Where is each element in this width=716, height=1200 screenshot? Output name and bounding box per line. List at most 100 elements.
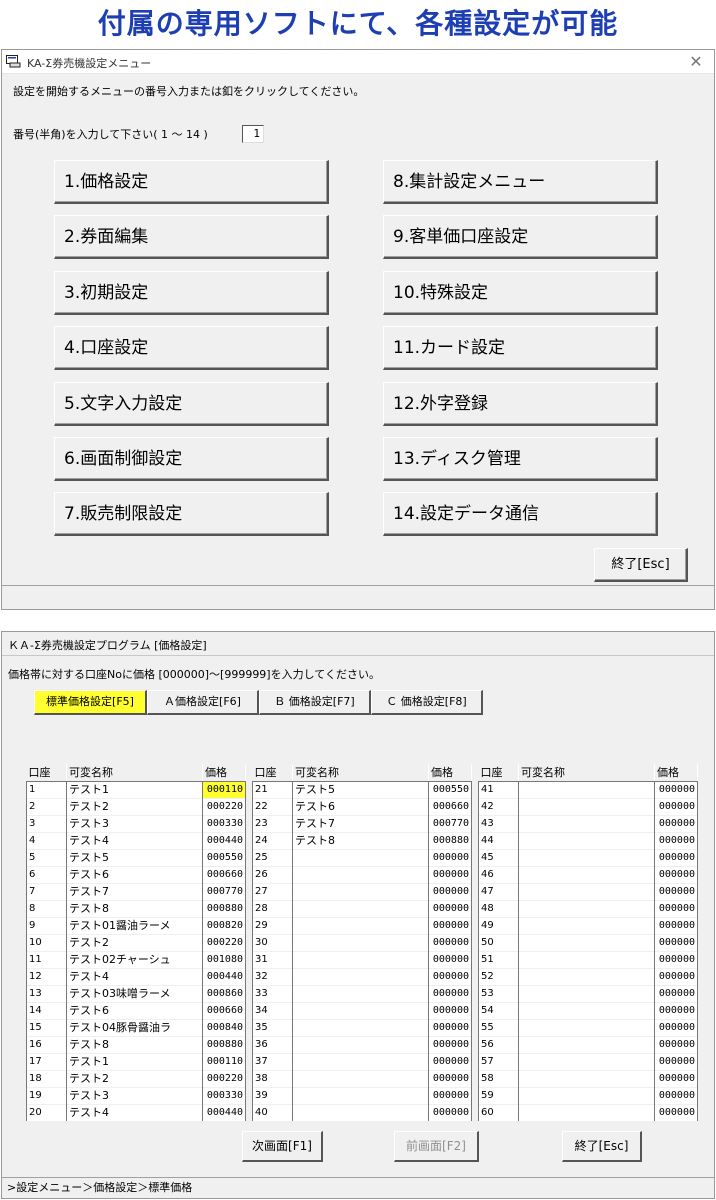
price-cell[interactable]: 000770 xyxy=(202,882,246,900)
price-cell[interactable]: 000660 xyxy=(202,1001,246,1019)
price-cell[interactable]: 000000 xyxy=(428,865,472,883)
variable-name-cell[interactable]: テスト8 xyxy=(66,899,203,917)
variable-name-cell[interactable]: テスト03味噌ラーメ xyxy=(66,984,203,1002)
price-cell[interactable]: 000880 xyxy=(428,831,472,849)
variable-name-cell[interactable]: テスト7 xyxy=(292,814,429,832)
variable-name-cell[interactable] xyxy=(518,848,655,866)
price-cell[interactable]: 000000 xyxy=(428,950,472,968)
menu-button-8[interactable]: 8.集計設定メニュー xyxy=(383,160,658,204)
variable-name-cell[interactable]: テスト01醤油ラーメ xyxy=(66,916,203,934)
price-cell[interactable]: 000330 xyxy=(202,1086,246,1104)
price-cell[interactable]: 000000 xyxy=(428,899,472,917)
price-cell[interactable]: 000000 xyxy=(428,1001,472,1019)
menu-button-12[interactable]: 12.外字登録 xyxy=(383,381,658,426)
variable-name-cell[interactable] xyxy=(518,1086,655,1104)
variable-name-cell[interactable] xyxy=(518,933,655,951)
price-cell[interactable]: 000000 xyxy=(654,967,698,985)
variable-name-cell[interactable]: テスト04豚骨醤油ラ xyxy=(66,1018,203,1036)
prev-screen-button[interactable]: 前画面[F2] xyxy=(394,1131,479,1162)
variable-name-cell[interactable] xyxy=(292,882,429,900)
variable-name-cell[interactable]: テスト6 xyxy=(66,1001,203,1019)
menu-button-2[interactable]: 2.券面編集 xyxy=(54,215,329,260)
next-screen-button[interactable]: 次画面[F1] xyxy=(242,1131,323,1162)
price-cell[interactable]: 000440 xyxy=(202,831,246,849)
variable-name-cell[interactable] xyxy=(518,831,655,849)
variable-name-cell[interactable] xyxy=(292,1086,429,1104)
variable-name-cell[interactable]: テスト02チャーシュ xyxy=(66,950,203,968)
price-cell[interactable]: 000000 xyxy=(428,1069,472,1087)
price-cell[interactable]: 000000 xyxy=(428,1086,472,1104)
menu-button-14[interactable]: 14.設定データ通信 xyxy=(383,492,658,537)
price-cell[interactable]: 000000 xyxy=(428,933,472,951)
tab-b-price[interactable]: Ｂ 価格設定[F7] xyxy=(259,690,371,715)
menu-button-13[interactable]: 13.ディスク管理 xyxy=(383,437,658,481)
price-cell[interactable]: 000000 xyxy=(654,865,698,883)
price-cell[interactable]: 001080 xyxy=(202,950,246,968)
price-cell[interactable]: 000110 xyxy=(202,780,246,798)
variable-name-cell[interactable]: テスト2 xyxy=(66,797,203,815)
price-cell[interactable]: 000660 xyxy=(202,865,246,883)
price-cell[interactable]: 000000 xyxy=(428,916,472,934)
variable-name-cell[interactable]: テスト4 xyxy=(66,1103,203,1121)
variable-name-cell[interactable] xyxy=(292,916,429,934)
menu-button-5[interactable]: 5.文字入力設定 xyxy=(54,381,329,426)
price-cell[interactable]: 000000 xyxy=(654,1018,698,1036)
variable-name-cell[interactable]: テスト5 xyxy=(66,848,203,866)
close-icon[interactable]: ✕ xyxy=(684,51,708,73)
price-cell[interactable]: 000000 xyxy=(654,899,698,917)
price-cell[interactable]: 000000 xyxy=(428,984,472,1002)
variable-name-cell[interactable] xyxy=(518,1035,655,1053)
menu-button-1[interactable]: 1.価格設定 xyxy=(54,160,329,204)
variable-name-cell[interactable] xyxy=(518,865,655,883)
menu-button-10[interactable]: 10.特殊設定 xyxy=(383,270,658,315)
menu-exit-button[interactable]: 終了[Esc] xyxy=(594,548,688,582)
price-cell[interactable]: 000220 xyxy=(202,1069,246,1087)
variable-name-cell[interactable]: テスト2 xyxy=(66,1069,203,1087)
price-cell[interactable]: 000000 xyxy=(428,1052,472,1070)
variable-name-cell[interactable] xyxy=(518,950,655,968)
variable-name-cell[interactable]: テスト6 xyxy=(66,865,203,883)
variable-name-cell[interactable]: テスト5 xyxy=(292,780,429,798)
price-cell[interactable]: 000220 xyxy=(202,797,246,815)
variable-name-cell[interactable] xyxy=(292,865,429,883)
variable-name-cell[interactable]: テスト3 xyxy=(66,1086,203,1104)
price-cell[interactable]: 000860 xyxy=(202,984,246,1002)
variable-name-cell[interactable] xyxy=(518,1069,655,1087)
variable-name-cell[interactable]: テスト8 xyxy=(292,831,429,849)
price-cell[interactable]: 000330 xyxy=(202,814,246,832)
variable-name-cell[interactable] xyxy=(518,1001,655,1019)
price-cell[interactable]: 000660 xyxy=(428,797,472,815)
price-exit-button[interactable]: 終了[Esc] xyxy=(562,1131,642,1162)
variable-name-cell[interactable] xyxy=(292,899,429,917)
variable-name-cell[interactable] xyxy=(292,984,429,1002)
price-cell[interactable]: 000000 xyxy=(654,780,698,798)
price-cell[interactable]: 000550 xyxy=(202,848,246,866)
price-cell[interactable]: 000880 xyxy=(202,1035,246,1053)
price-cell[interactable]: 000440 xyxy=(202,967,246,985)
price-cell[interactable]: 000000 xyxy=(428,1103,472,1121)
variable-name-cell[interactable] xyxy=(518,797,655,815)
variable-name-cell[interactable] xyxy=(292,1069,429,1087)
tab-a-price[interactable]: Ａ価格設定[F6] xyxy=(147,690,259,715)
variable-name-cell[interactable]: テスト6 xyxy=(292,797,429,815)
price-cell[interactable]: 000000 xyxy=(428,1018,472,1036)
variable-name-cell[interactable]: テスト1 xyxy=(66,1052,203,1070)
price-cell[interactable]: 000000 xyxy=(654,848,698,866)
price-cell[interactable]: 000000 xyxy=(654,1052,698,1070)
menu-button-4[interactable]: 4.口座設定 xyxy=(54,326,329,371)
variable-name-cell[interactable] xyxy=(518,1052,655,1070)
variable-name-cell[interactable] xyxy=(518,814,655,832)
price-cell[interactable]: 000220 xyxy=(202,933,246,951)
variable-name-cell[interactable] xyxy=(518,899,655,917)
price-cell[interactable]: 000820 xyxy=(202,916,246,934)
variable-name-cell[interactable]: テスト3 xyxy=(66,814,203,832)
variable-name-cell[interactable] xyxy=(518,916,655,934)
price-cell[interactable]: 000000 xyxy=(654,933,698,951)
price-cell[interactable]: 000000 xyxy=(428,882,472,900)
price-cell[interactable]: 000000 xyxy=(654,1035,698,1053)
menu-number-input[interactable]: 1 xyxy=(242,125,264,143)
variable-name-cell[interactable] xyxy=(292,1035,429,1053)
price-cell[interactable]: 000550 xyxy=(428,780,472,798)
menu-button-11[interactable]: 11.カード設定 xyxy=(383,326,658,371)
price-cell[interactable]: 000840 xyxy=(202,1018,246,1036)
